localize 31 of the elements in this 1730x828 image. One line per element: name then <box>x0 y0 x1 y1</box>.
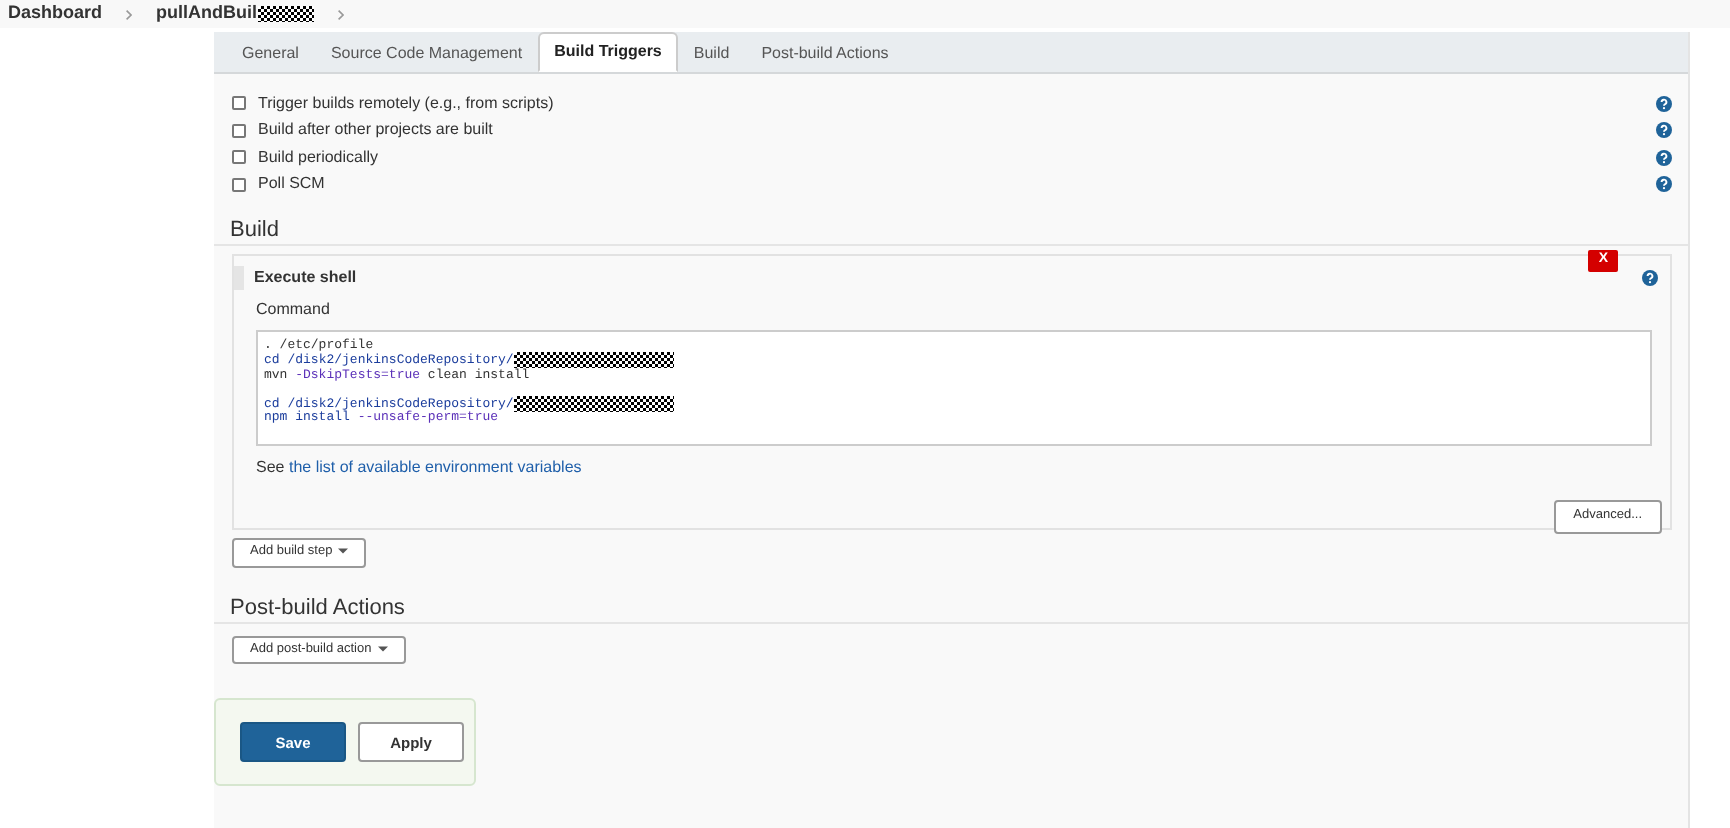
help-icon[interactable] <box>1656 122 1672 139</box>
tab[interactable]: General <box>226 36 315 72</box>
checkbox[interactable] <box>232 96 246 111</box>
caret-icon <box>338 547 349 554</box>
variables-link[interactable]: the list of available environment variables <box>288 458 582 477</box>
checkbox-label: Build periodically <box>258 145 381 170</box>
chevron-icon <box>126 9 133 19</box>
redaction-block <box>257 6 314 22</box>
checkbox-label: Poll SCM <box>258 172 327 197</box>
chevron-icon <box>337 9 344 19</box>
breadcrumb-link[interactable]: Dashboard <box>8 0 103 28</box>
tab[interactable]: Build Triggers <box>538 32 678 72</box>
help-icon[interactable] <box>1656 176 1672 193</box>
help-text: See the list of available environment variables <box>256 456 582 481</box>
field-label: Command <box>256 298 330 323</box>
step-title: Execute shell <box>254 266 359 291</box>
checkbox[interactable] <box>232 177 246 192</box>
section-heading: Build <box>214 218 1688 247</box>
checkbox[interactable] <box>232 150 246 165</box>
tab[interactable]: Build <box>677 36 746 72</box>
caret-icon <box>377 645 388 652</box>
help-icon[interactable] <box>1656 95 1672 112</box>
help-icon[interactable] <box>1656 149 1672 166</box>
checkbox-label: Build after other projects are built <box>258 118 495 143</box>
tab[interactable]: Source Code Management <box>314 36 539 72</box>
checkbox-label: Trigger builds remotely (e.g., from scripts) <box>258 91 556 116</box>
section-heading: Post-build Actions <box>214 595 1688 624</box>
tab[interactable]: Post-build Actions <box>745 36 905 72</box>
breadcrumb-link[interactable]: pullAndBuil <box>156 0 258 28</box>
checkbox[interactable] <box>232 123 246 138</box>
help-icon[interactable] <box>1642 270 1658 287</box>
